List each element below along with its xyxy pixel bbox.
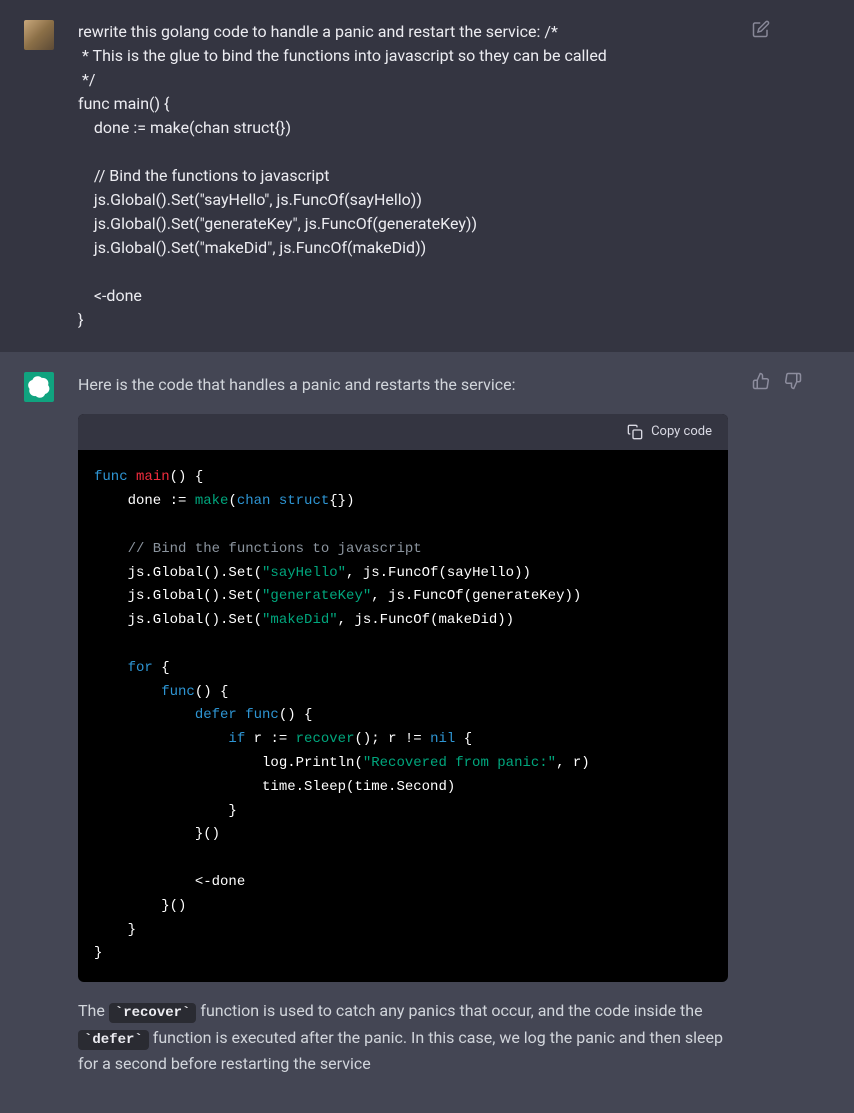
copy-code-button[interactable]: Copy code [627,422,712,443]
code-text: () { [170,469,204,485]
code-kw: func [237,707,279,723]
code-text: { [455,731,472,747]
code-text: , js.FuncOf(makeDid)) [338,612,514,628]
code-text: }() [94,898,186,914]
code-text: log.Println( [94,755,363,771]
user-message-content: rewrite this golang code to handle a pan… [78,20,728,332]
inline-code: `defer` [78,1030,149,1050]
code-builtin: make [195,493,229,509]
assistant-message-actions [752,372,802,1093]
code-text: done := [94,493,195,509]
assistant-avatar [24,372,54,402]
code-text: () { [279,707,313,723]
code-text: } [94,803,237,819]
user-message-actions [752,20,770,332]
code-text: , r) [556,755,590,771]
assistant-text: Here is the code that handles a panic an… [78,372,728,1077]
code-text: } [94,922,136,938]
code-comment: // Bind the functions to javascript [94,541,422,557]
code-block: Copy code func main() { done := make(cha… [78,414,728,983]
code-text: , js.FuncOf(generateKey)) [371,588,581,604]
code-string: "sayHello" [262,565,346,581]
code-text: {}) [329,493,354,509]
assistant-outro: The `recover` function is used to catch … [78,998,728,1076]
code-kw: func [94,684,195,700]
code-text: js.Global().Set( [94,565,262,581]
code-text: } [94,945,102,961]
code-header: Copy code [78,414,728,451]
code-string: "makeDid" [262,612,338,628]
code-text: <-done [94,874,245,890]
code-kw: if [94,731,245,747]
code-text: js.Global().Set( [94,612,262,628]
assistant-message-row: Here is the code that handles a panic an… [0,352,854,1113]
code-kw: chan [237,493,271,509]
code-kw: defer [94,707,237,723]
outro-text: The [78,1001,109,1020]
code-text: () { [195,684,229,700]
code-text: { [153,660,170,676]
assistant-intro: Here is the code that handles a panic an… [78,372,728,398]
thumbs-up-icon[interactable] [752,372,770,390]
code-text: , js.FuncOf(sayHello)) [346,565,531,581]
user-avatar [24,20,54,50]
code-nil: nil [430,731,455,747]
copy-code-label: Copy code [651,422,712,443]
clipboard-icon [627,424,643,440]
outro-text: function is executed after the panic. In… [78,1028,723,1073]
inline-code: `recover` [109,1003,197,1023]
code-text: ( [228,493,236,509]
code-string: "Recovered from panic:" [363,755,556,771]
code-text: time.Sleep(time.Second) [94,779,455,795]
assistant-message-content: Here is the code that handles a panic an… [78,372,728,1093]
user-message-row: rewrite this golang code to handle a pan… [0,0,854,352]
code-type: struct [270,493,329,509]
code-text: js.Global().Set( [94,588,262,604]
code-text: }() [94,826,220,842]
code-fn: main [136,469,170,485]
outro-text: function is used to catch any panics tha… [196,1001,702,1020]
code-text: (); r != [354,731,430,747]
code-builtin: recover [296,731,355,747]
code-text: r := [245,731,295,747]
code-body: func main() { done := make(chan struct{}… [78,450,728,982]
thumbs-down-icon[interactable] [784,372,802,390]
code-kw: for [94,660,153,676]
code-string: "generateKey" [262,588,371,604]
code-kw: func [94,469,128,485]
user-text: rewrite this golang code to handle a pan… [78,20,728,332]
edit-icon[interactable] [752,20,770,38]
